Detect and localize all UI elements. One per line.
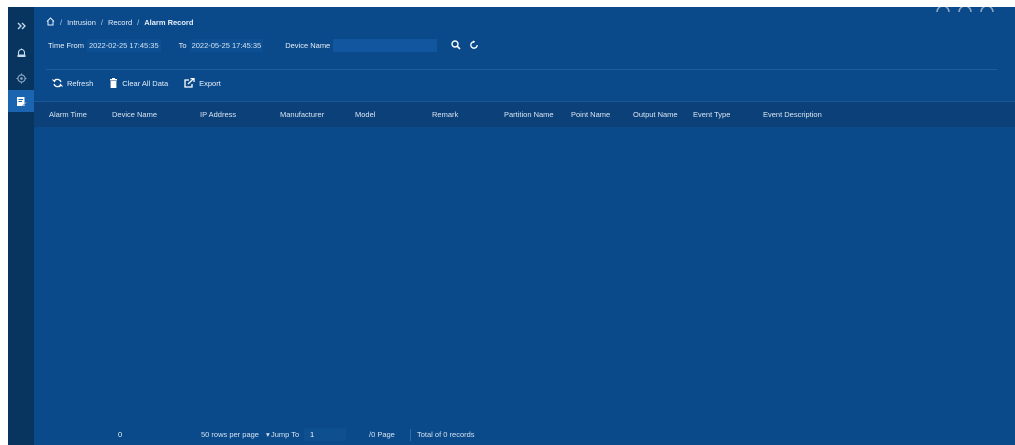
sidebar bbox=[8, 7, 34, 445]
breadcrumb: / Intrusion / Record / Alarm Record bbox=[46, 16, 193, 28]
refresh-label: Refresh bbox=[67, 78, 94, 88]
record-edit-icon bbox=[16, 96, 27, 106]
export-button[interactable]: Export bbox=[184, 78, 221, 88]
breadcrumb-intrusion[interactable]: Intrusion bbox=[67, 18, 96, 27]
export-icon bbox=[184, 78, 195, 88]
sidebar-item-settings[interactable] bbox=[8, 67, 34, 89]
export-label: Export bbox=[199, 78, 221, 88]
page-count-label: /0 Page bbox=[369, 430, 395, 439]
time-from-label: Time From bbox=[48, 40, 84, 50]
filter-bar: Time From 2022-02-25 17:45:35 To 2022-05… bbox=[48, 38, 481, 52]
time-from-picker[interactable]: 2022-02-25 17:45:35 bbox=[86, 38, 161, 52]
time-to-picker[interactable]: 2022-05-25 17:45:35 bbox=[189, 38, 264, 52]
page-size-select[interactable]: 50 rows per page ▾ bbox=[201, 430, 270, 439]
refresh-icon bbox=[52, 78, 63, 88]
jump-to-input[interactable] bbox=[304, 428, 346, 441]
breadcrumb-separator: / bbox=[100, 17, 103, 27]
double-chevron-right-icon bbox=[17, 22, 26, 30]
refresh-button[interactable]: Refresh bbox=[52, 78, 93, 88]
breadcrumb-separator: / bbox=[137, 17, 140, 27]
home-icon[interactable] bbox=[46, 16, 55, 28]
trash-icon bbox=[110, 78, 118, 88]
time-to-label: To bbox=[178, 40, 187, 50]
pagination: ‹‹ 0 ›› 50 rows per page ▾ Jump To /0 Pa… bbox=[34, 425, 1015, 445]
device-name-input[interactable] bbox=[333, 38, 438, 52]
column-ip-address[interactable]: IP Address bbox=[200, 110, 236, 119]
total-records-label: Total of 0 records bbox=[417, 430, 475, 439]
column-manufacturer[interactable]: Manufacturer bbox=[280, 110, 324, 119]
app-window: / Intrusion / Record / Alarm Record Time… bbox=[8, 7, 1015, 445]
sidebar-item-intrusion[interactable] bbox=[8, 42, 34, 64]
next-page-button[interactable]: ›› bbox=[150, 430, 155, 439]
sidebar-expand-button[interactable] bbox=[8, 15, 34, 37]
device-name-label: Device Name bbox=[285, 40, 331, 50]
clear-all-data-button[interactable]: Clear All Data bbox=[109, 78, 168, 88]
jump-to-label: Jump To bbox=[271, 430, 300, 439]
page-size-label: 50 rows per page bbox=[201, 430, 259, 439]
clear-all-data-label: Clear All Data bbox=[122, 78, 169, 88]
breadcrumb-record[interactable]: Record bbox=[108, 18, 132, 27]
toolbar: Refresh Clear All Data Export bbox=[52, 76, 237, 90]
column-partition-name[interactable]: Partition Name bbox=[504, 110, 554, 119]
column-event-description[interactable]: Event Description bbox=[763, 110, 822, 119]
breadcrumb-separator: / bbox=[60, 17, 63, 27]
gear-icon bbox=[16, 73, 26, 83]
reset-icon[interactable] bbox=[467, 38, 481, 52]
column-model[interactable]: Model bbox=[355, 110, 375, 119]
pagination-divider bbox=[410, 429, 411, 441]
column-event-type[interactable]: Event Type bbox=[693, 110, 730, 119]
prev-page-button[interactable]: ‹‹ bbox=[56, 430, 61, 439]
sidebar-item-record[interactable] bbox=[8, 90, 34, 112]
column-point-name[interactable]: Point Name bbox=[571, 110, 610, 119]
current-page: 0 bbox=[118, 430, 123, 439]
chevron-down-icon: ▾ bbox=[266, 430, 270, 439]
breadcrumb-alarm-record: Alarm Record bbox=[144, 17, 194, 27]
alarm-bell-icon bbox=[17, 48, 25, 57]
search-icon[interactable] bbox=[449, 38, 463, 52]
main-content: / Intrusion / Record / Alarm Record Time… bbox=[34, 7, 1015, 445]
filter-divider bbox=[46, 69, 997, 70]
window-controls-decoration bbox=[936, 7, 994, 12]
column-alarm-time[interactable]: Alarm Time bbox=[49, 110, 87, 119]
column-output-name[interactable]: Output Name bbox=[633, 110, 678, 119]
table-body bbox=[34, 127, 1015, 423]
column-remark[interactable]: Remark bbox=[432, 110, 458, 119]
table-header: Alarm Time Device Name IP Address Manufa… bbox=[34, 101, 1015, 127]
column-device-name[interactable]: Device Name bbox=[112, 110, 157, 119]
